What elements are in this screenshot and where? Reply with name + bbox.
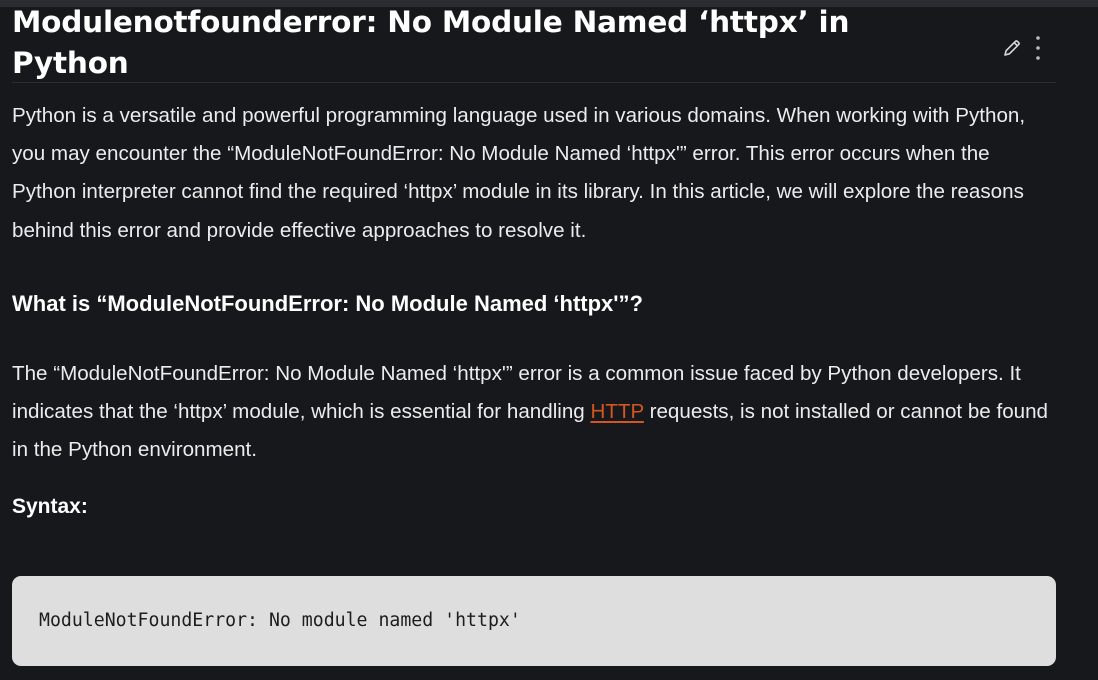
page-title: Modulenotfounderror: No Module Named ‘ht… (12, 5, 850, 80)
header-actions (1002, 35, 1042, 61)
more-vertical-icon[interactable] (1034, 35, 1042, 61)
section-heading: What is “ModuleNotFoundError: No Module … (12, 290, 643, 316)
article-body: Python is a versatile and powerful progr… (12, 97, 1058, 526)
code-block: ModuleNotFoundError: No module named 'ht… (12, 576, 1056, 666)
syntax-label: Syntax: (12, 495, 88, 519)
code-text: ModuleNotFoundError: No module named 'ht… (39, 610, 521, 631)
intro-paragraph: Python is a versatile and powerful progr… (12, 104, 1026, 242)
pencil-icon[interactable] (1002, 38, 1022, 58)
section-paragraph: The “ModuleNotFoundError: No Module Name… (12, 355, 1058, 470)
article-header: Modulenotfounderror: No Module Named ‘ht… (12, 0, 1056, 83)
http-link[interactable]: HTTP (590, 400, 643, 423)
